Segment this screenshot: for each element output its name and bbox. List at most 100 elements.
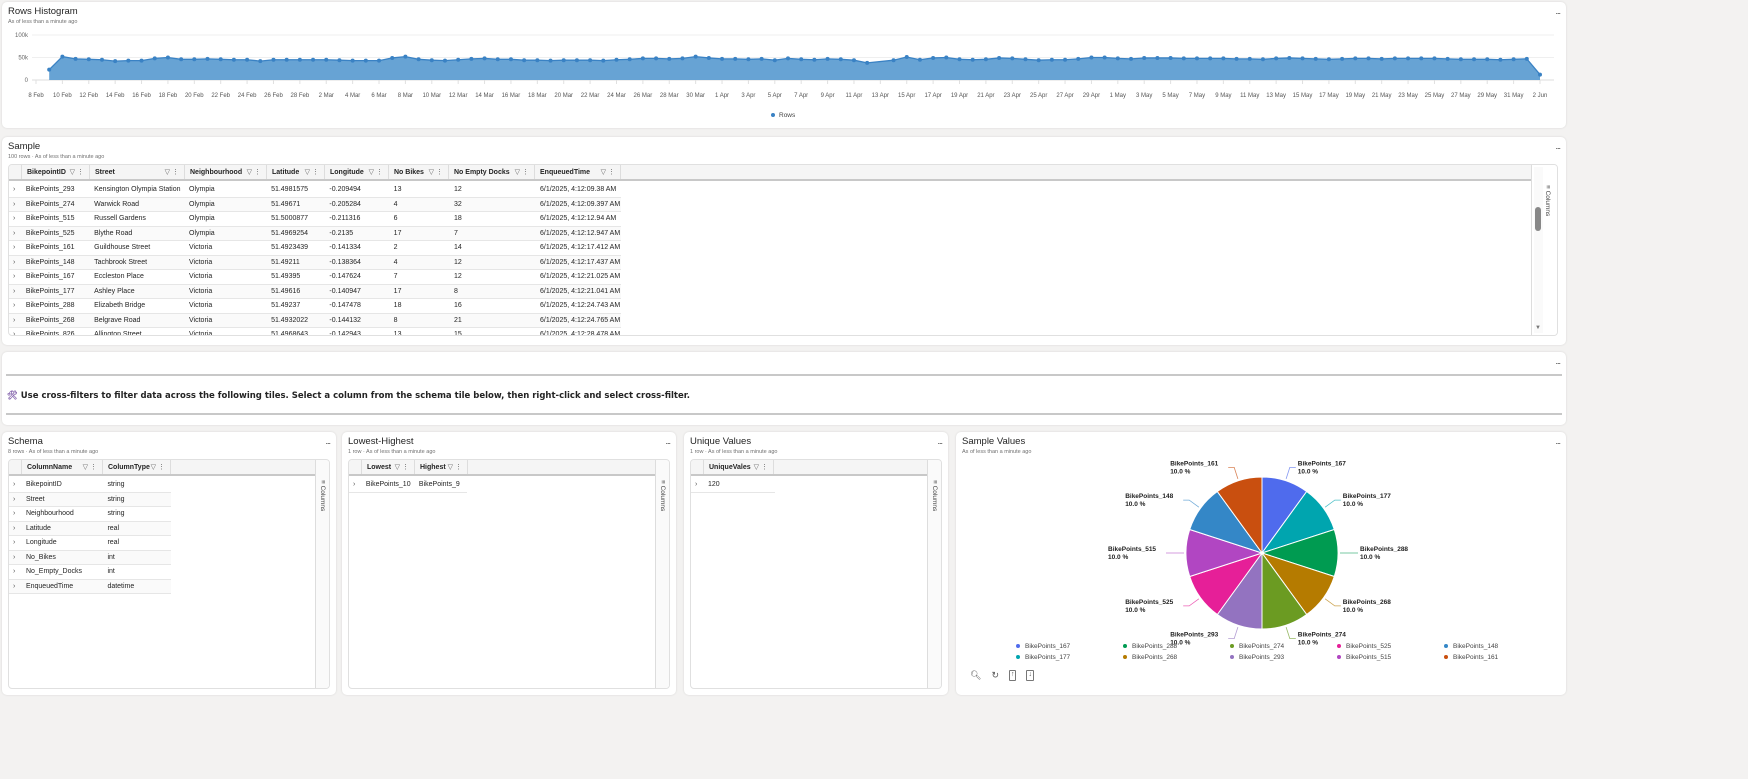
table-row[interactable]: › Neighbourhood string — [9, 507, 171, 522]
filter-icon[interactable]: ▽ — [247, 165, 252, 179]
more-options-button[interactable]: ... — [325, 436, 330, 446]
legend-item[interactable]: BikePoints_177 — [1016, 654, 1070, 661]
filter-icon[interactable]: ▽ — [165, 165, 170, 179]
filter-icon[interactable]: ▽ — [305, 165, 310, 179]
filter-icon[interactable]: ▽ — [754, 460, 759, 474]
table-row[interactable]: › BikePoints_525 Blythe Road Olympia 51.4969… — [9, 226, 621, 241]
more-options-button[interactable]: ... — [1555, 356, 1560, 366]
column-header[interactable]: Neighbourhood ▽ ⋮ — [184, 165, 266, 179]
table-row[interactable]: › BikePoints_274 Warwick Road Olympia 51.496… — [9, 197, 621, 212]
table-row[interactable]: › 120 — [691, 478, 775, 493]
column-header[interactable]: ColumnName ▽ ⋮ — [21, 460, 102, 474]
table-row[interactable]: › No_Bikes int — [9, 550, 171, 565]
column-menu-icon[interactable]: ⋮ — [312, 165, 319, 179]
table-row[interactable]: › Latitude real — [9, 521, 171, 536]
table-row[interactable]: › BikePoints_161 Guildhouse Street Victoria… — [9, 241, 621, 256]
more-options-button[interactable]: ... — [665, 436, 670, 446]
expand-row-icon[interactable]: › — [9, 183, 21, 197]
column-header[interactable]: ColumnType ▽ ⋮ — [102, 460, 170, 474]
legend-item[interactable]: BikePoints_167 — [1016, 643, 1070, 650]
column-menu-icon[interactable]: ⋮ — [522, 165, 529, 179]
column-menu-icon[interactable]: ⋮ — [376, 165, 383, 179]
table-row[interactable]: › BikePoints_167 Eccleston Place Victoria 51… — [9, 270, 621, 285]
column-header[interactable]: UniqueVales ▽ ⋮ — [703, 460, 773, 474]
filter-icon[interactable]: ▽ — [151, 460, 156, 474]
column-header[interactable]: No Bikes ▽ ⋮ — [388, 165, 448, 179]
legend-item[interactable]: BikePoints_161 — [1444, 654, 1498, 661]
export-up-icon[interactable]: ↑ — [1008, 670, 1017, 681]
table-row[interactable]: › BikepointID string — [9, 478, 171, 493]
column-header[interactable]: EnqueuedTime ▽ ⋮ — [534, 165, 620, 179]
table-row[interactable]: › BikePoints_515 Russell Gardens Olympia 51.… — [9, 212, 621, 227]
column-header[interactable]: Highest ▽ ⋮ — [414, 460, 467, 474]
legend-item[interactable]: BikePoints_148 — [1444, 643, 1498, 650]
table-row[interactable]: › BikePoints_293 Kensington Olympia Statio… — [9, 183, 621, 198]
more-options-button[interactable]: ... — [1555, 436, 1560, 446]
legend-item[interactable]: BikePoints_515 — [1337, 654, 1391, 661]
table-row[interactable]: › Street string — [9, 492, 171, 507]
column-menu-icon[interactable]: ⋮ — [436, 165, 443, 179]
expand-row-icon[interactable]: › — [9, 212, 21, 226]
expand-row-icon[interactable]: › — [9, 270, 21, 284]
column-header[interactable]: Latitude ▽ ⋮ — [266, 165, 324, 179]
filter-icon[interactable]: ▽ — [429, 165, 434, 179]
expand-row-icon[interactable]: › — [9, 565, 21, 579]
columns-panel-toggle[interactable]: ≡ Columns — [927, 460, 941, 688]
expand-row-icon[interactable]: › — [9, 299, 21, 313]
zoom-icon[interactable]: 🔍︎ — [970, 670, 981, 681]
scrollbar-thumb[interactable] — [1535, 207, 1541, 231]
legend-item[interactable]: BikePoints_268 — [1123, 654, 1177, 661]
table-row[interactable]: › BikePoints_10 BikePoints_9 — [349, 478, 467, 493]
table-row[interactable]: › BikePoints_288 Elizabeth Bridge Victoria 5… — [9, 299, 621, 314]
expand-row-icon[interactable]: › — [9, 256, 21, 270]
table-row[interactable]: › BikePoints_268 Belgrave Road Victoria 51.4… — [9, 313, 621, 328]
filter-icon[interactable]: ▽ — [83, 460, 88, 474]
download-icon[interactable]: ↓ — [1026, 670, 1034, 681]
expand-row-icon[interactable]: › — [9, 551, 21, 565]
legend-item[interactable]: BikePoints_288 — [1123, 643, 1177, 650]
column-menu-icon[interactable]: ⋮ — [455, 460, 462, 474]
expand-row-icon[interactable]: › — [9, 241, 21, 255]
expand-row-icon[interactable]: › — [9, 580, 21, 594]
filter-icon[interactable]: ▽ — [515, 165, 520, 179]
more-options-button[interactable]: ... — [937, 436, 942, 446]
expand-row-icon[interactable]: › — [9, 493, 21, 507]
filter-icon[interactable]: ▽ — [601, 165, 606, 179]
column-menu-icon[interactable]: ⋮ — [77, 165, 84, 179]
expand-row-icon[interactable]: › — [9, 536, 21, 550]
filter-icon[interactable]: ▽ — [70, 165, 75, 179]
vertical-scrollbar[interactable]: ▼ — [1534, 167, 1543, 333]
column-header[interactable]: BikepointID ▽ ⋮ — [21, 165, 89, 179]
column-menu-icon[interactable]: ⋮ — [254, 165, 261, 179]
legend-item[interactable]: BikePoints_525 — [1337, 643, 1391, 650]
column-header[interactable]: Lowest ▽ ⋮ — [361, 460, 414, 474]
columns-panel-toggle[interactable]: ≡ Columns ▼ — [1531, 165, 1557, 335]
legend-item[interactable]: BikePoints_274 — [1230, 643, 1284, 650]
table-row[interactable]: › EnqueuedTime datetime — [9, 579, 171, 594]
column-header[interactable]: No Empty Docks ▽ ⋮ — [448, 165, 534, 179]
column-header[interactable]: Longitude ▽ ⋮ — [324, 165, 388, 179]
column-menu-icon[interactable]: ⋮ — [761, 460, 768, 474]
expand-row-icon[interactable]: › — [9, 314, 21, 328]
expand-row-icon[interactable]: › — [9, 478, 21, 492]
expand-row-icon[interactable]: › — [9, 198, 21, 212]
filter-icon[interactable]: ▽ — [395, 460, 400, 474]
more-options-button[interactable]: ... — [1555, 141, 1560, 151]
column-menu-icon[interactable]: ⋮ — [172, 165, 179, 179]
filter-icon[interactable]: ▽ — [448, 460, 453, 474]
table-row[interactable]: › No_Empty_Docks int — [9, 565, 171, 580]
table-row[interactable]: › BikePoints_826 Allington Street Victoria 5… — [9, 328, 621, 335]
columns-panel-toggle[interactable]: ≡ Columns — [655, 460, 669, 688]
expand-row-icon[interactable]: › — [349, 478, 361, 492]
expand-row-icon[interactable]: › — [9, 328, 21, 335]
table-row[interactable]: › BikePoints_148 Tachbrook Street Victoria 5… — [9, 255, 621, 270]
table-row[interactable]: › BikePoints_177 Ashley Place Victoria 51.49… — [9, 284, 621, 299]
reset-icon[interactable]: ↻ — [991, 670, 999, 681]
expand-row-icon[interactable]: › — [691, 478, 703, 492]
column-menu-icon[interactable]: ⋮ — [402, 460, 409, 474]
expand-row-icon[interactable]: › — [9, 227, 21, 241]
legend-item[interactable]: BikePoints_293 — [1230, 654, 1284, 661]
column-header[interactable]: Street ▽ ⋮ — [89, 165, 184, 179]
scroll-down-arrow[interactable]: ▼ — [1535, 325, 1541, 331]
column-menu-icon[interactable]: ⋮ — [158, 460, 165, 474]
